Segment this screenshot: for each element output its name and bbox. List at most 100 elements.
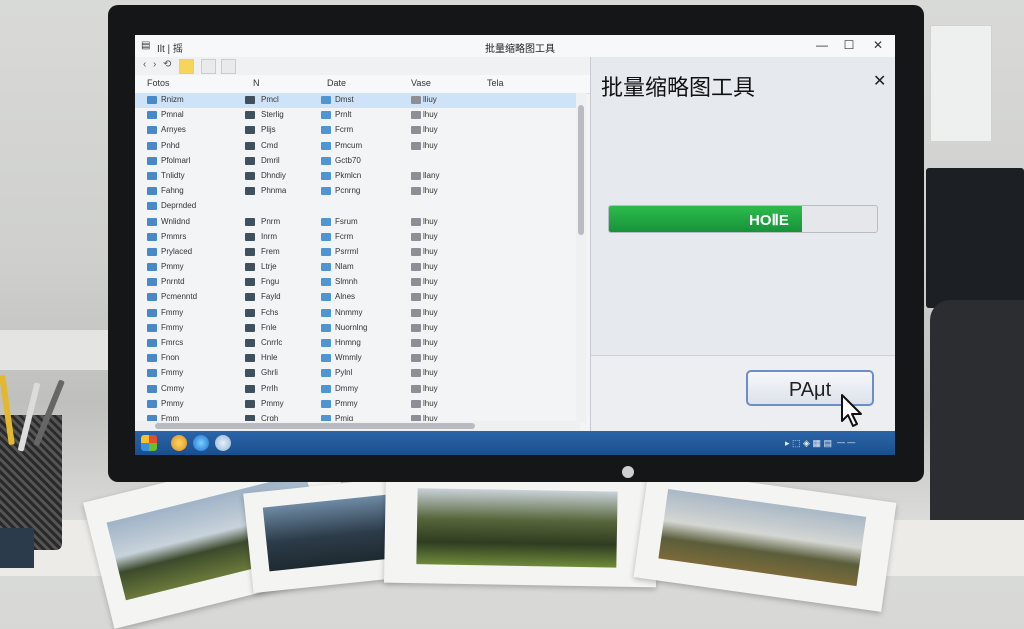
table-row[interactable]: Wnlidnd Pnrm Fsrum lhuy xyxy=(135,215,580,230)
table-row[interactable]: Fmmy Fnle Nuornlng lhuy xyxy=(135,321,580,336)
file-icon xyxy=(321,384,331,393)
table-row[interactable]: Pmmy Pmmy Pmmy lhuy xyxy=(135,397,580,412)
file-icon xyxy=(245,232,255,241)
table-cell: Pmnal xyxy=(161,110,184,120)
table-cell: Sterlig xyxy=(261,110,284,120)
table-cell: lhuy xyxy=(423,246,438,256)
media-icon[interactable] xyxy=(215,435,231,451)
start-menu-icon[interactable] xyxy=(141,435,157,451)
table-cell: lhuy xyxy=(423,231,438,241)
table-row[interactable]: Pmnal Sterlig Prnlt lhuy xyxy=(135,108,580,123)
table-cell: Plijs xyxy=(261,125,276,135)
column-header-cell[interactable]: N xyxy=(253,78,260,88)
file-icon xyxy=(245,141,255,150)
minimize-button[interactable]: — xyxy=(813,38,831,52)
table-row[interactable]: Fmrcs Cnrrlc Hnmng lhuy xyxy=(135,336,580,351)
maximize-button[interactable]: ☐ xyxy=(840,38,858,52)
file-icon xyxy=(321,232,331,241)
column-header-cell[interactable]: Vase xyxy=(411,78,431,88)
table-cell: lliuy xyxy=(423,95,437,104)
layout-icon[interactable] xyxy=(221,59,236,74)
table-row[interactable]: Fahng Phnma Pcnrng lhuy xyxy=(135,184,580,199)
window-title: 批量缩略图工具 xyxy=(485,44,555,55)
table-cell: lhuy xyxy=(423,383,438,393)
dialog-close-icon[interactable]: ✕ xyxy=(873,71,886,91)
table-cell: Cmd xyxy=(261,140,278,150)
table-row[interactable]: Pmmy Ltrje Nlam lhuy xyxy=(135,260,580,275)
table-cell: Dmril xyxy=(261,155,280,165)
table-cell: Hnmng xyxy=(335,338,361,347)
folder-icon[interactable] xyxy=(179,59,194,74)
chrome-icon[interactable] xyxy=(193,435,209,451)
mouse-cursor-icon xyxy=(841,394,862,427)
column-header-cell[interactable]: Date xyxy=(327,78,346,88)
file-icon xyxy=(321,399,331,408)
column-header-cell[interactable]: Fotos xyxy=(147,78,170,88)
table-cell: Dhndiy xyxy=(261,170,286,180)
book xyxy=(0,528,34,568)
table-cell: lhuy xyxy=(423,110,438,120)
folder-icon xyxy=(147,293,157,302)
close-button[interactable]: ✕ xyxy=(869,38,887,52)
table-row[interactable]: Fmmy Ghrli Pylnl lhuy xyxy=(135,366,580,381)
clock: — — xyxy=(837,438,856,447)
table-row[interactable]: Tnlidty Dhndiy Pkmlcn llany xyxy=(135,169,580,184)
table-cell: Pnrntd xyxy=(161,277,185,287)
table-cell: Fmmy xyxy=(161,368,184,378)
table-cell: lhuy xyxy=(423,353,438,363)
table-row[interactable]: Pfolmarl Dmril Gctb70 xyxy=(135,154,580,169)
browser-icon[interactable] xyxy=(171,435,187,451)
progress-bar: HOⅡE xyxy=(608,205,878,233)
monitor-logo xyxy=(622,466,634,478)
file-icon xyxy=(411,111,421,120)
table-cell: Pmcl xyxy=(261,95,279,104)
table-cell: Frem xyxy=(261,246,280,256)
table-row[interactable]: Pnrntd Fngu Slmnh lhuy xyxy=(135,275,580,290)
table-cell: lhuy xyxy=(423,186,438,196)
folder-icon xyxy=(147,187,157,196)
table-cell: lhuy xyxy=(423,216,438,226)
file-icon xyxy=(411,369,421,378)
table-cell: Tnlidty xyxy=(161,170,185,180)
file-icon xyxy=(321,187,331,196)
table-cell: Gctb70 xyxy=(335,155,361,165)
column-header: Fotos N Date Vase Tela xyxy=(135,75,590,94)
table-cell: Fsrum xyxy=(335,216,358,226)
vertical-scroll-thumb[interactable] xyxy=(578,105,584,235)
folder-icon xyxy=(147,263,157,272)
tray-icons[interactable]: ▸ ⬚ ◈ ▦ ▤ xyxy=(785,438,832,449)
table-cell: Pylnl xyxy=(335,368,353,378)
table-cell: Dmmy xyxy=(335,383,359,393)
table-row[interactable]: Fmmy Fchs Nnmmy lhuy xyxy=(135,306,580,321)
view-icon[interactable] xyxy=(201,59,216,74)
table-row[interactable]: Prylaced Frem Psrrml lhuy xyxy=(135,245,580,260)
table-cell: Fmmy xyxy=(161,307,184,317)
table-cell: Alnes xyxy=(335,292,356,302)
table-row[interactable]: Fnon Hnle Wmmly lhuy xyxy=(135,351,580,366)
table-row[interactable]: Rnizm Pmcl Dmst lliuy xyxy=(135,93,580,109)
forward-icon[interactable]: › xyxy=(153,59,156,70)
background-chair xyxy=(930,300,1024,530)
dialog-title: 批量缩略图工具 xyxy=(601,75,756,100)
table-row[interactable]: Deprnded xyxy=(135,199,580,214)
table-row[interactable]: Arnyes Plijs Fcrm lhuy xyxy=(135,123,580,138)
file-icon xyxy=(321,339,331,347)
table-row[interactable]: Pnhd Cmd Pmcum lhuy xyxy=(135,139,580,154)
table-cell: Rnizm xyxy=(161,95,184,104)
horizontal-scroll-thumb[interactable] xyxy=(155,423,475,429)
column-header-cell[interactable]: Tela xyxy=(487,78,504,88)
refresh-icon[interactable]: ⟲ xyxy=(163,59,171,70)
table-row[interactable]: Pcmenntd Fayld Alnes lhuy xyxy=(135,290,580,305)
table-cell: Fayld xyxy=(261,292,281,302)
folder-icon xyxy=(147,369,157,378)
app-icon: ▤ xyxy=(141,40,151,51)
table-row[interactable]: Cmmy Prrlh Dmmy lhuy xyxy=(135,382,580,397)
file-icon xyxy=(411,384,421,393)
table-row[interactable]: Pmmrs Inrm Fcrm lhuy xyxy=(135,230,580,245)
file-icon xyxy=(321,96,331,104)
file-icon xyxy=(245,247,255,256)
table-cell: Pfolmarl xyxy=(161,155,191,165)
back-icon[interactable]: ‹ xyxy=(143,59,146,70)
thumbnail-tool-dialog: 批量缩略图工具 ✕ HOⅡE PAμt xyxy=(590,57,895,431)
table-cell: Pkmlcn xyxy=(335,170,362,180)
